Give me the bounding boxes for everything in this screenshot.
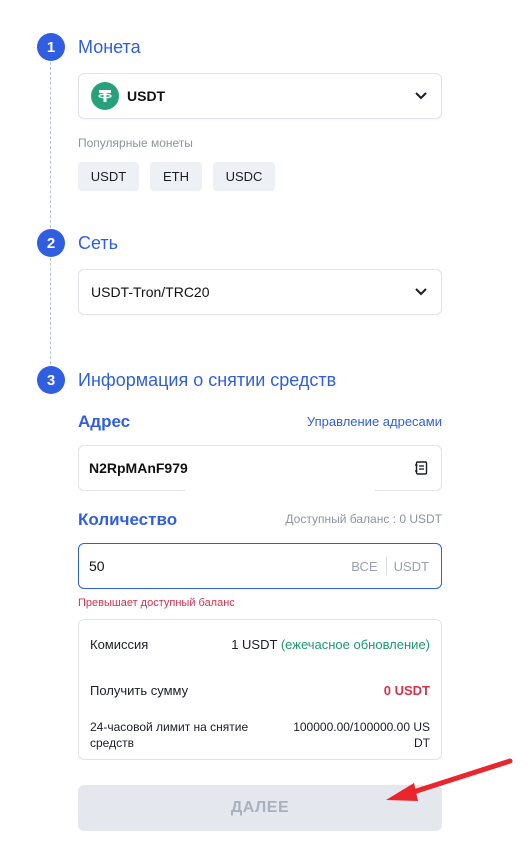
coin-select[interactable]: USDT (78, 73, 442, 119)
step-connector-2 (50, 258, 51, 364)
fee-label: Комиссия (90, 636, 149, 652)
fee-amount: 1 USDT (231, 636, 278, 652)
chevron-down-icon (413, 284, 429, 300)
receive-label: Получить сумму (90, 682, 189, 698)
popular-coin-usdt[interactable]: USDT (78, 162, 139, 191)
address-value: N2RpMAnF979 (89, 460, 188, 476)
popular-coins-label: Популярные монеты (78, 136, 193, 150)
address-book-icon[interactable] (413, 460, 429, 476)
coin-select-value: USDT (127, 88, 166, 104)
amount-unit: USDT (393, 558, 429, 574)
available-balance: Доступный баланс : 0 USDT (285, 512, 442, 526)
amount-input[interactable]: 50 ВСЕ USDT (78, 543, 442, 589)
step-1-badge: 1 (37, 33, 65, 61)
address-label: Адрес (78, 412, 131, 431)
step-2-title: Сеть (78, 233, 119, 253)
popular-coin-usdc[interactable]: USDC (213, 162, 275, 191)
limit-label: 24-часовой лимит на снятие средств (90, 720, 249, 750)
annotation-arrow-icon (386, 758, 513, 801)
popular-coin-eth[interactable]: ETH (150, 162, 202, 191)
receive-value: 0 USDT (383, 682, 430, 698)
fee-note: (ежечасное обновление) (280, 636, 430, 652)
amount-label: Количество (78, 510, 178, 529)
network-select[interactable]: USDT-Tron/TRC20 (78, 269, 442, 315)
address-overlay (185, 481, 375, 495)
chevron-down-icon (413, 88, 429, 104)
withdraw-summary: Комиссия 1 USDT (ежечасное обновление) П… (78, 619, 442, 760)
amount-max-button[interactable]: ВСЕ (351, 559, 377, 574)
network-select-value: USDT-Tron/TRC20 (91, 284, 210, 300)
limit-value: 100000.00/100000.00 USDT (293, 720, 430, 750)
step-connector-1 (50, 62, 51, 228)
fee-value: 1 USDT (ежечасное обновление) (231, 637, 430, 652)
amount-divider (385, 557, 387, 575)
step-3-title: Информация о снятии средств (78, 370, 337, 390)
step-3-badge: 3 (37, 366, 65, 394)
manage-addresses-link[interactable]: Управление адресами (307, 414, 442, 429)
tether-icon (91, 82, 119, 110)
amount-error: Превышает доступный баланс (78, 597, 235, 609)
step-1-title: Монета (78, 37, 141, 57)
amount-value: 50 (89, 558, 105, 574)
step-2-badge: 2 (37, 229, 65, 257)
